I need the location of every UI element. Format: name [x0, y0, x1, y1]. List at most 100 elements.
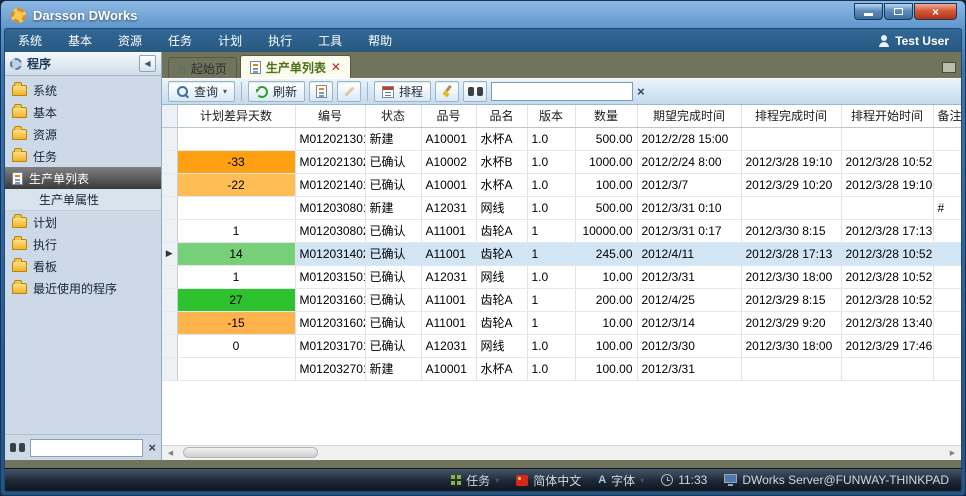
- sidebar-item-label: 生产单属性: [39, 191, 99, 208]
- sidebar-search-input[interactable]: [30, 439, 143, 457]
- cell: 2012/3/28 17:13: [741, 242, 841, 265]
- query-button[interactable]: 查询 ▾: [168, 81, 235, 102]
- cell: 500.00: [575, 196, 637, 219]
- statusbar-item-clock[interactable]: 11:33: [661, 473, 707, 487]
- binoculars-icon: [468, 86, 483, 97]
- menu-item[interactable]: 帮助: [355, 30, 405, 52]
- column-header[interactable]: 版本: [527, 105, 575, 127]
- table-row[interactable]: 1M012030802已确认A11001齿轮A110000.002012/3/3…: [162, 219, 961, 242]
- toolbar-search-input[interactable]: [491, 82, 633, 101]
- table-row[interactable]: ▶14M012031402已确认A11001齿轮A1245.002012/4/1…: [162, 242, 961, 265]
- sidebar-header-label: 程序: [27, 55, 51, 72]
- toolbar-clear-icon[interactable]: ×: [637, 85, 645, 98]
- cell: 2012/3/29 9:20: [741, 311, 841, 334]
- cell: 245.00: [575, 242, 637, 265]
- cell: [841, 127, 933, 150]
- close-button[interactable]: ×: [914, 3, 957, 20]
- table-row[interactable]: M012021301新建A10001水杯A1.0500.002012/2/28 …: [162, 127, 961, 150]
- cell: 100.00: [575, 357, 637, 380]
- table-row[interactable]: -33M012021302已确认A10002水杯B1.01000.002012/…: [162, 150, 961, 173]
- brush-button[interactable]: [435, 81, 459, 102]
- minimize-button[interactable]: [854, 3, 883, 20]
- sidebar-item-selected[interactable]: 生产单列表: [5, 167, 161, 189]
- window-body: 程序 ◀ 系统基本资源任务生产单列表生产单属性计划执行看板最近使用的程序 × ⌂…: [4, 52, 962, 460]
- programs-icon: [10, 58, 22, 70]
- sidebar-item[interactable]: 计划: [5, 211, 161, 233]
- cell: [841, 357, 933, 380]
- minimize-icon: [864, 13, 873, 16]
- statusbar-item-language[interactable]: 简体中文: [516, 472, 581, 489]
- table-body: M012021301新建A10001水杯A1.0500.002012/2/28 …: [162, 127, 961, 380]
- column-header[interactable]: 品名: [476, 105, 527, 127]
- sidebar-item[interactable]: 执行: [5, 233, 161, 255]
- menu-item[interactable]: 系统: [5, 30, 55, 52]
- toolbar: 查询 ▾ 刷新 排程: [162, 78, 961, 105]
- cell: 水杯A: [476, 127, 527, 150]
- scroll-right-icon[interactable]: ▶: [944, 446, 961, 460]
- find-button[interactable]: [463, 81, 487, 102]
- sidebar-item[interactable]: 最近使用的程序: [5, 277, 161, 299]
- table-row[interactable]: M012032701新建A10001水杯A1.0100.002012/3/31: [162, 357, 961, 380]
- column-header[interactable]: 状态: [365, 105, 421, 127]
- menu-item[interactable]: 基本: [55, 30, 105, 52]
- tab-inactive[interactable]: ⌂起始页: [168, 57, 237, 78]
- scrollbar-thumb[interactable]: [183, 447, 318, 458]
- table-row[interactable]: -15M012031602已确认A11001齿轮A110.002012/3/14…: [162, 311, 961, 334]
- sidebar-collapse-button[interactable]: ◀: [139, 55, 156, 72]
- sidebar-search-clear-icon[interactable]: ×: [148, 441, 156, 454]
- column-header[interactable]: 排程开始时间: [841, 105, 933, 127]
- edit-button[interactable]: [337, 81, 361, 102]
- new-button[interactable]: [309, 81, 333, 102]
- sidebar-item[interactable]: 生产单属性: [5, 189, 161, 211]
- column-header[interactable]: 品号: [421, 105, 476, 127]
- statusbar-item-tasks[interactable]: 任务▾: [451, 472, 499, 489]
- menu-item[interactable]: 任务: [155, 30, 205, 52]
- column-header[interactable]: 编号: [295, 105, 365, 127]
- table-row[interactable]: 27M012031601已确认A11001齿轮A1200.002012/4/25…: [162, 288, 961, 311]
- table-header-row: 计划差异天数编号状态品号品名版本数量期望完成时间排程完成时间排程开始时间备注: [162, 105, 961, 127]
- column-header[interactable]: 数量: [575, 105, 637, 127]
- sidebar-item[interactable]: 系统: [5, 79, 161, 101]
- menu-item[interactable]: 资源: [105, 30, 155, 52]
- sidebar-item[interactable]: 资源: [5, 123, 161, 145]
- scroll-left-icon[interactable]: ◀: [162, 446, 179, 460]
- table-row[interactable]: 1M012031501已确认A12031网线1.010.002012/3/312…: [162, 265, 961, 288]
- cell: [933, 150, 961, 173]
- statusbar-item-server[interactable]: DWorks Server@FUNWAY-THINKPAD: [724, 473, 949, 487]
- pencil-icon: [343, 86, 355, 98]
- menu-item[interactable]: 计划: [205, 30, 255, 52]
- refresh-button[interactable]: 刷新: [248, 81, 305, 102]
- cell: [933, 288, 961, 311]
- statusbar-item-label: 11:33: [678, 473, 707, 487]
- schedule-button[interactable]: 排程: [374, 81, 431, 102]
- menu-item[interactable]: 执行: [255, 30, 305, 52]
- sidebar-item[interactable]: 看板: [5, 255, 161, 277]
- user-area[interactable]: Test User: [878, 34, 961, 48]
- pin-icon[interactable]: [942, 62, 956, 73]
- statusbar-item-font[interactable]: A字体▾: [598, 472, 644, 489]
- column-header[interactable]: 排程完成时间: [741, 105, 841, 127]
- table-row[interactable]: M012030801新建A12031网线1.0500.002012/3/31 0…: [162, 196, 961, 219]
- table-row[interactable]: 0M012031701已确认A12031网线1.0100.002012/3/30…: [162, 334, 961, 357]
- close-tab-icon[interactable]: ✕: [331, 61, 341, 73]
- cell: 1: [527, 242, 575, 265]
- cell: [841, 196, 933, 219]
- column-header[interactable]: 备注: [933, 105, 961, 127]
- menu-item[interactable]: 工具: [305, 30, 355, 52]
- search-icon: [176, 85, 189, 98]
- tab-active[interactable]: 生产单列表✕: [240, 55, 351, 78]
- cell: 2012/3/30 8:15: [741, 219, 841, 242]
- cell: 10.00: [575, 311, 637, 334]
- column-header[interactable]: 期望完成时间: [637, 105, 741, 127]
- cell: [933, 219, 961, 242]
- scrollbar-track[interactable]: [179, 446, 944, 460]
- cell: 1.0: [527, 357, 575, 380]
- statusbar-item-label: DWorks Server@FUNWAY-THINKPAD: [742, 473, 949, 487]
- sidebar-item[interactable]: 基本: [5, 101, 161, 123]
- column-header[interactable]: 计划差异天数: [177, 105, 295, 127]
- window-title: Darsson DWorks: [33, 8, 138, 23]
- sidebar-item[interactable]: 任务: [5, 145, 161, 167]
- maximize-button[interactable]: [884, 3, 913, 20]
- horizontal-scrollbar[interactable]: ◀ ▶: [162, 445, 961, 460]
- table-row[interactable]: -22M012021401已确认A10001水杯A1.0100.002012/3…: [162, 173, 961, 196]
